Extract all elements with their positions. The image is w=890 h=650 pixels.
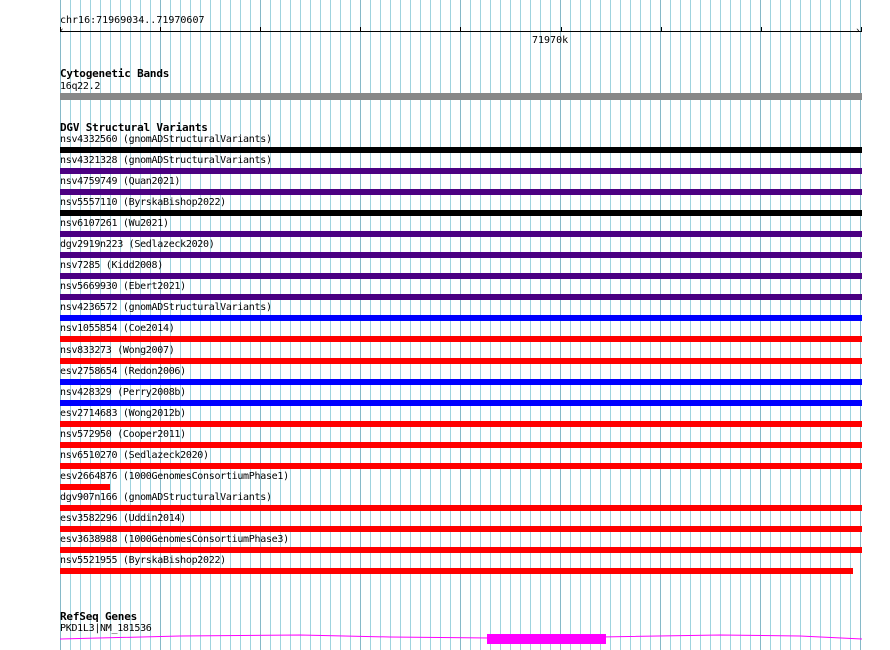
dgv-variant-bar[interactable]	[60, 547, 862, 553]
dgv-variant-bar[interactable]	[60, 526, 862, 532]
ruler-tick	[561, 27, 562, 31]
dgv-variant-bar[interactable]	[60, 252, 862, 258]
dgv-variant-bar[interactable]	[60, 147, 862, 153]
dgv-variant-label[interactable]: nsv6510270 (Sedlazeck2020)	[60, 450, 209, 461]
dgv-variant-bar[interactable]	[60, 400, 862, 406]
dgv-variant-bar[interactable]	[60, 463, 862, 469]
dgv-variant-bar[interactable]	[60, 336, 862, 342]
ruler-tick	[661, 27, 662, 31]
dgv-variant-bar[interactable]	[60, 358, 862, 364]
cytoband-label[interactable]: 16q22.2	[60, 81, 100, 92]
dgv-track-title: DGV Structural Variants	[60, 121, 208, 134]
ruler-tick	[260, 27, 261, 31]
dgv-variant-label[interactable]: nsv572950 (Cooper2011)	[60, 429, 186, 440]
dgv-variant-label[interactable]: nsv428329 (Perry2008b)	[60, 387, 186, 398]
dgv-variant-label[interactable]: nsv1055854 (Coe2014)	[60, 323, 175, 334]
dgv-variant-label[interactable]: nsv5669930 (Ebert2021)	[60, 281, 186, 292]
coordinate-range-label: chr16:71969034..71970607	[60, 15, 205, 26]
dgv-variant-label[interactable]: esv3582296 (Uddin2014)	[60, 513, 186, 524]
cytogenetic-bands-track-title: Cytogenetic Bands	[60, 67, 170, 80]
dgv-variant-bar[interactable]	[60, 379, 862, 385]
dgv-variant-bar[interactable]	[60, 210, 862, 216]
genome-browser-canvas: chr16:71969034..71970607 ‹ › 71970k Cyto…	[0, 0, 890, 650]
gene-exon	[487, 634, 606, 644]
dgv-variant-label[interactable]: nsv5521955 (ByrskaBishop2022)	[60, 555, 226, 566]
dgv-variant-bar[interactable]	[60, 315, 862, 321]
dgv-variant-bar[interactable]	[60, 231, 862, 237]
dgv-variant-bar[interactable]	[60, 442, 862, 448]
ruler-tick	[761, 27, 762, 31]
dgv-variant-bar[interactable]	[60, 273, 862, 279]
dgv-variant-label[interactable]: nsv4236572 (gnomADStructuralVariants)	[60, 302, 272, 313]
dgv-variant-label[interactable]: nsv4332560 (gnomADStructuralVariants)	[60, 134, 272, 145]
dgv-variant-label[interactable]: nsv6107261 (Wu2021)	[60, 218, 169, 229]
gene-intron-line	[60, 634, 862, 640]
dgv-variant-bar[interactable]	[60, 484, 110, 490]
refseq-gene-model[interactable]	[60, 632, 862, 646]
dgv-variant-label[interactable]: nsv833273 (Wong2007)	[60, 345, 175, 356]
dgv-variant-label[interactable]: nsv4321328 (gnomADStructuralVariants)	[60, 155, 272, 166]
dgv-variant-label[interactable]: dgv907n166 (gnomADStructuralVariants)	[60, 492, 272, 503]
dgv-variant-label[interactable]: esv2714683 (Wong2012b)	[60, 408, 186, 419]
dgv-variant-bar[interactable]	[60, 294, 862, 300]
dgv-variant-bar[interactable]	[60, 421, 862, 427]
ruler-tick-label: 71970k	[532, 35, 569, 46]
ruler-tick	[160, 27, 161, 31]
dgv-variant-bar[interactable]	[60, 505, 862, 511]
dgv-variant-bar[interactable]	[60, 189, 862, 195]
ruler-tick	[861, 27, 862, 31]
dgv-variant-label[interactable]: esv3638988 (1000GenomesConsortiumPhase3)	[60, 534, 289, 545]
dgv-variant-bar[interactable]	[60, 568, 853, 574]
dgv-variant-bar[interactable]	[60, 168, 862, 174]
dgv-variant-label[interactable]: dgv2919n223 (Sedlazeck2020)	[60, 239, 215, 250]
dgv-variant-label[interactable]: nsv4759749 (Quan2021)	[60, 176, 180, 187]
refseq-track-title: RefSeq Genes	[60, 610, 138, 623]
dgv-variant-label[interactable]: nsv5557110 (ByrskaBishop2022)	[60, 197, 226, 208]
ruler-tick	[460, 27, 461, 31]
scroll-right-arrow-icon[interactable]: ›	[855, 27, 860, 36]
dgv-variant-label[interactable]: esv2758654 (Redon2006)	[60, 366, 186, 377]
ruler-line	[60, 31, 862, 32]
cytoband-bar[interactable]	[60, 93, 862, 100]
dgv-variant-label[interactable]: nsv7285 (Kidd2008)	[60, 260, 163, 271]
ruler-tick	[60, 27, 61, 31]
ruler-tick	[360, 27, 361, 31]
dgv-variant-label[interactable]: esv2664876 (1000GenomesConsortiumPhase1)	[60, 471, 289, 482]
